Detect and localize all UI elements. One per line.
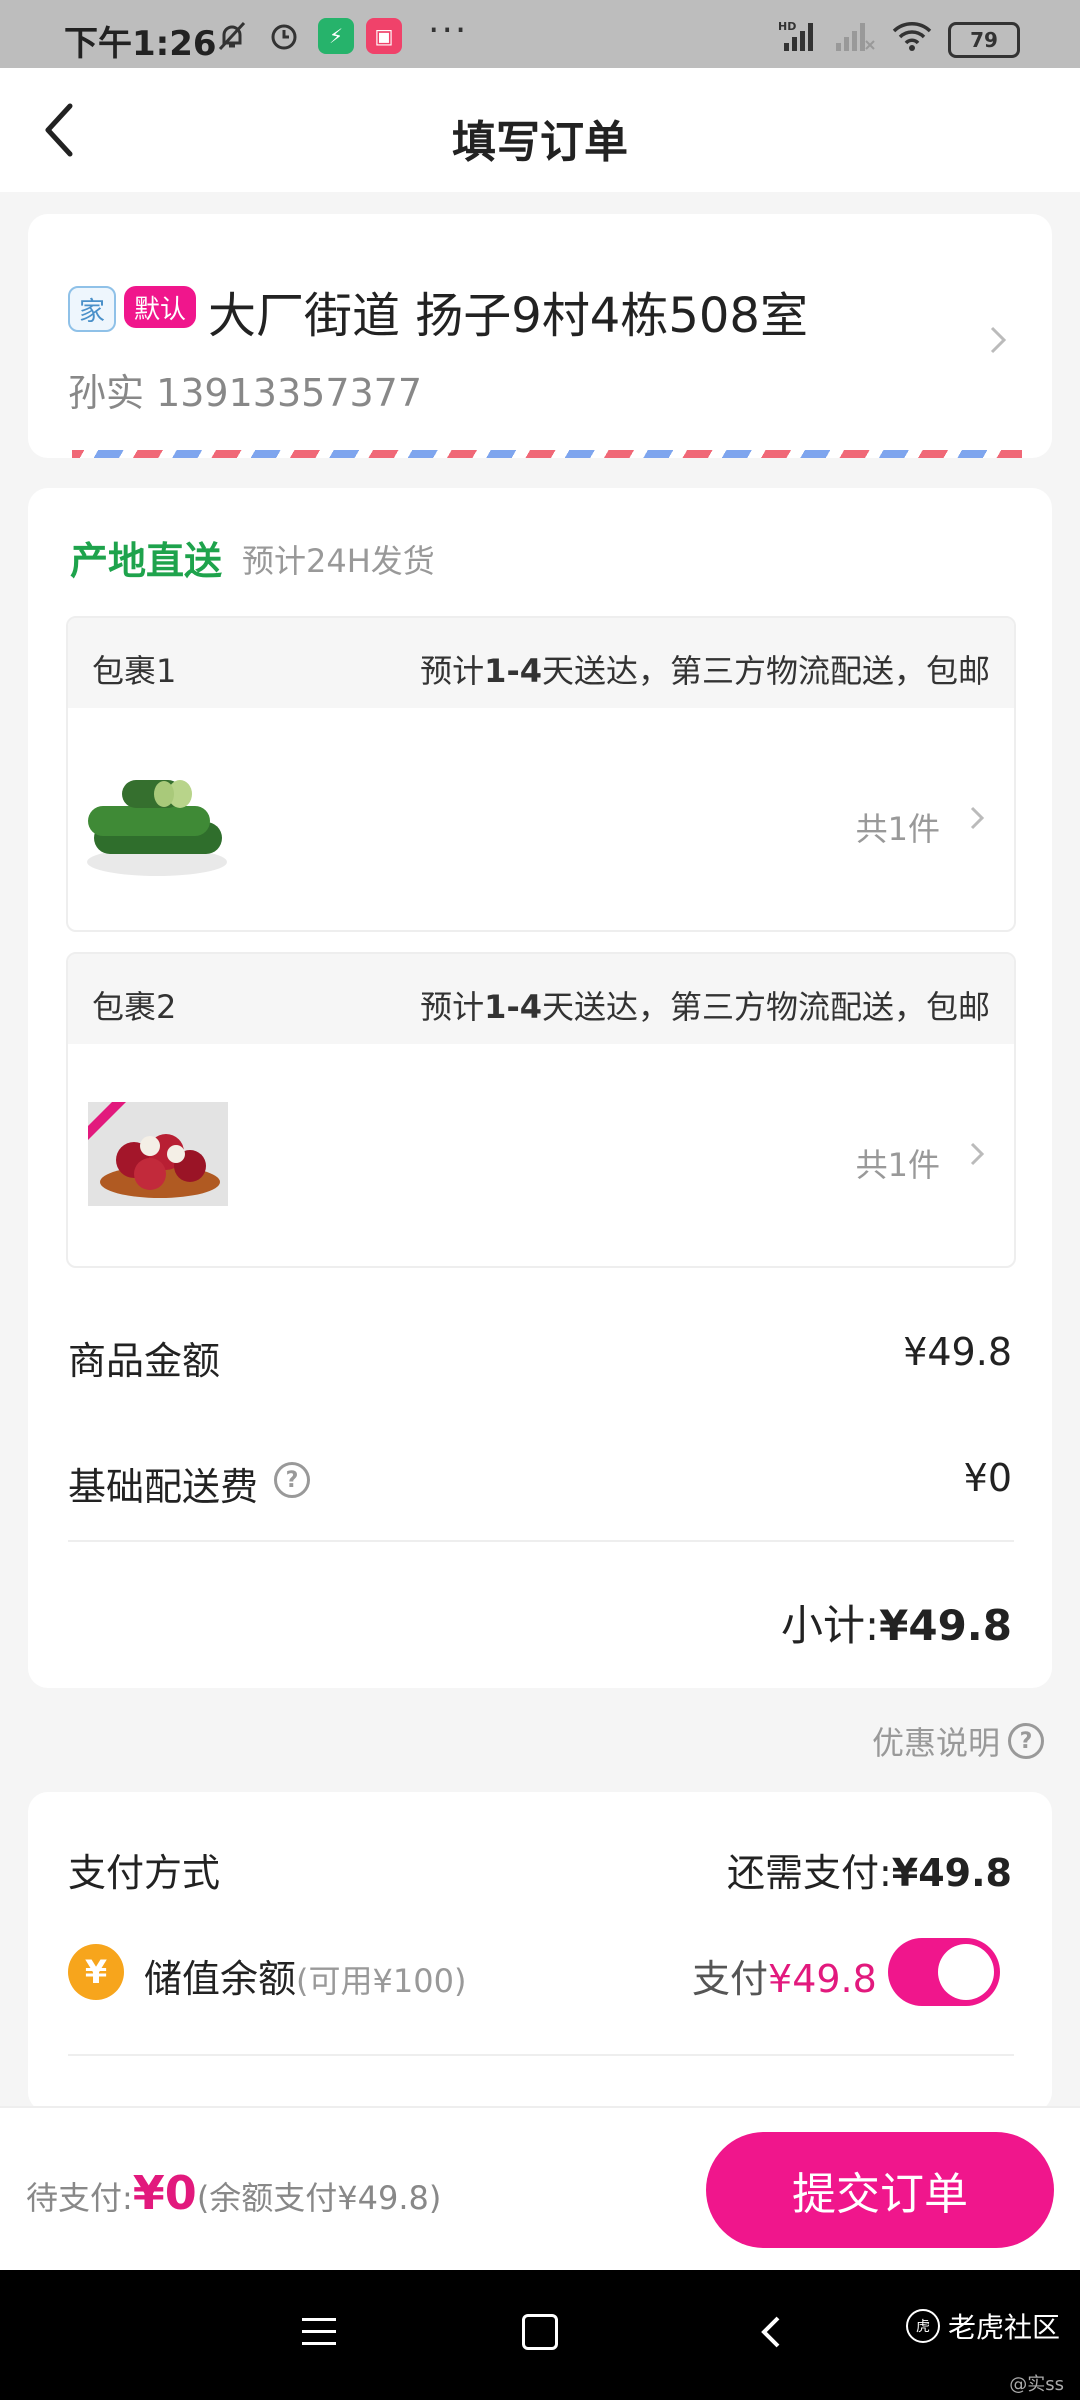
package-count: 共1件 — [855, 1146, 940, 1184]
yuan-coin-icon: ¥ — [68, 1944, 124, 2000]
recent-apps-button[interactable] — [302, 2318, 336, 2354]
svg-text:HD: HD — [778, 20, 796, 33]
origin-label: 产地直送 — [70, 539, 223, 583]
divider — [68, 2054, 1014, 2056]
divider — [68, 1540, 1014, 1542]
submit-order-button[interactable]: 提交订单 — [706, 2132, 1054, 2248]
app-video-icon: ▣ — [366, 18, 402, 54]
lychee-image — [88, 1102, 228, 1206]
promo-note-label: 优惠说明 — [871, 1724, 1000, 1762]
chevron-right-icon — [966, 1134, 990, 1174]
battery-indicator: 79 — [948, 22, 1020, 58]
balance-toggle[interactable] — [888, 1938, 1000, 2006]
chevron-left-icon — [761, 2316, 780, 2348]
cucumber-image — [82, 766, 232, 886]
home-button[interactable] — [522, 2314, 558, 2350]
no-signal-icon — [832, 18, 876, 54]
address-text: 大厂街道 扬子9村4栋508室 — [208, 288, 808, 344]
watermark-brand: 老虎社区 — [948, 2311, 1061, 2344]
default-tag: 默认 — [124, 286, 196, 328]
balance-pay-amount: 支付¥49.8 — [692, 1957, 877, 2001]
amount-due: 还需支付:¥49.8 — [726, 1851, 1012, 1895]
package-shipping: 预计1-4天送达，第三方物流配送，包邮 — [420, 652, 990, 690]
to-pay-summary: 待支付:¥0(余额支付¥49.8) — [26, 2166, 442, 2220]
title-bar: 填写订单 — [0, 68, 1080, 192]
home-tag: 家 — [68, 286, 116, 332]
watermark: 虎 老虎社区 — [906, 2306, 1060, 2346]
package-header: 包裹2 预计1-4天送达，第三方物流配送，包邮 — [68, 954, 1014, 1044]
mute-icon — [214, 18, 250, 54]
status-time: 下午1:26 — [64, 24, 217, 64]
checkout-bar: 待支付:¥0(余额支付¥49.8) 提交订单 — [0, 2106, 1080, 2272]
page-title: 填写订单 — [452, 117, 628, 168]
package-count: 共1件 — [855, 810, 940, 848]
chevron-right-icon — [986, 320, 1010, 360]
package-item[interactable]: 包裹2 预计1-4天送达，第三方物流配送，包邮 共1件 — [66, 952, 1016, 1268]
shipping-fee-label: 基础配送费 — [68, 1465, 259, 1509]
help-icon: ? — [1008, 1723, 1044, 1759]
more-dots-icon: ··· — [428, 10, 469, 51]
system-nav-bar: 虎 老虎社区 @实ss — [0, 2270, 1080, 2400]
package-header: 包裹1 预计1-4天送达，第三方物流配送，包邮 — [68, 618, 1014, 708]
payment-card: 支付方式 还需支付:¥49.8 ¥ 储值余额(可用¥100) 支付¥49.8 — [28, 1792, 1052, 2112]
toggle-knob — [938, 1944, 994, 2000]
chevron-right-icon — [966, 798, 990, 838]
app-shield-icon: ⚡ — [318, 18, 354, 54]
subtotal: 小计:¥49.8 — [780, 1601, 1012, 1650]
package-name: 包裹1 — [92, 652, 177, 690]
tiger-logo-icon: 虎 — [906, 2309, 940, 2343]
shipping-fee-value: ¥0 — [963, 1456, 1012, 1500]
system-back-button[interactable] — [756, 2314, 786, 2350]
stored-balance: 储值余额(可用¥100) — [144, 1957, 467, 2001]
origin-note: 预计24H发货 — [242, 542, 435, 580]
wifi-icon — [890, 18, 934, 54]
contact-info: 孙实 13913357377 — [68, 371, 423, 415]
goods-amount-label: 商品金额 — [68, 1339, 221, 1383]
payment-method-title: 支付方式 — [68, 1851, 221, 1895]
airmail-border — [72, 450, 1022, 458]
watermark-user: @实ss — [1009, 2374, 1064, 2395]
goods-amount-value: ¥49.8 — [903, 1330, 1012, 1374]
alarm-icon — [266, 18, 302, 54]
address-card[interactable]: 家 默认 大厂街道 扬子9村4栋508室 孙实 13913357377 — [28, 214, 1052, 458]
hd-signal-icon: HD — [778, 18, 822, 54]
package-shipping: 预计1-4天送达，第三方物流配送，包邮 — [420, 988, 990, 1026]
help-icon[interactable]: ? — [274, 1462, 310, 1498]
package-name: 包裹2 — [92, 988, 177, 1026]
promo-note-link[interactable]: 优惠说明 ? — [872, 1718, 1044, 1764]
package-item[interactable]: 包裹1 预计1-4天送达，第三方物流配送，包邮 共1件 — [66, 616, 1016, 932]
goods-card: 产地直送 预计24H发货 包裹1 预计1-4天送达，第三方物流配送，包邮 共1件… — [28, 488, 1052, 1688]
status-bar: 下午1:26 ⚡ ▣ ··· HD 79 — [0, 0, 1080, 68]
